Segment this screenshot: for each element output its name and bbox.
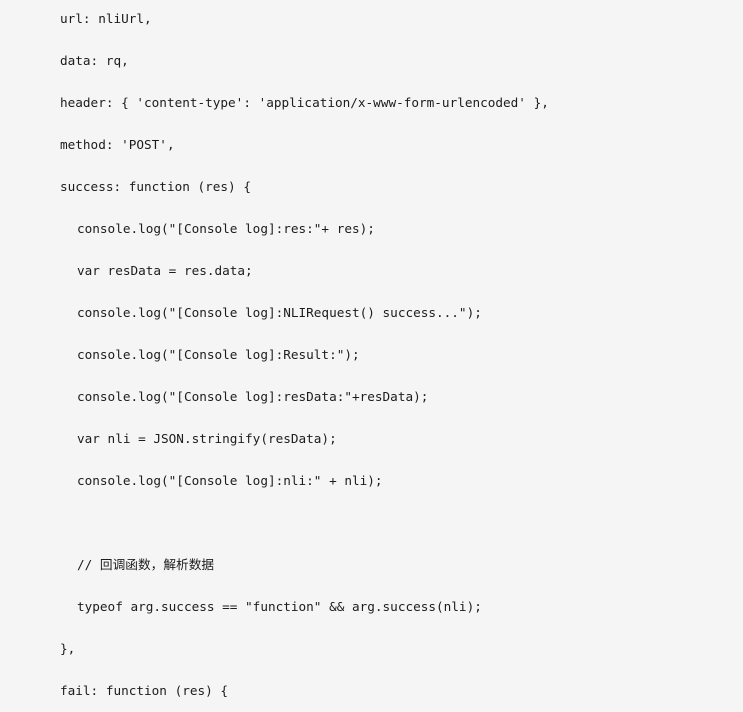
code-line: console.log("[Console log]:NLIRequest() … [77, 305, 482, 320]
code-line: // 回调函数，解析数据 [77, 557, 215, 572]
code-line: }, [60, 641, 76, 656]
code-line: data: rq, [60, 53, 129, 68]
code-line: typeof arg.success == "function" && arg.… [77, 599, 482, 614]
code-line: var resData = res.data; [77, 263, 253, 278]
code-line: url: nliUrl, [60, 11, 152, 26]
code-line: console.log("[Console log]:resData:"+res… [77, 389, 429, 404]
code-snippet-block: url: nliUrl, data: rq, header: { 'content-… [0, 0, 743, 703]
code-line: console.log("[Console log]:nli:" + nli); [77, 473, 383, 488]
code-line: header: { 'content-type': 'application/x… [60, 95, 549, 110]
code-line: success: function (res) { [60, 179, 251, 194]
code-line: method: 'POST', [60, 137, 175, 152]
code-line: console.log("[Console log]:res:"+ res); [77, 221, 375, 236]
code-line: console.log("[Console log]:Result:"); [77, 347, 360, 362]
code-line: fail: function (res) { [60, 683, 229, 698]
code-line: var nli = JSON.stringify(resData); [77, 431, 337, 446]
